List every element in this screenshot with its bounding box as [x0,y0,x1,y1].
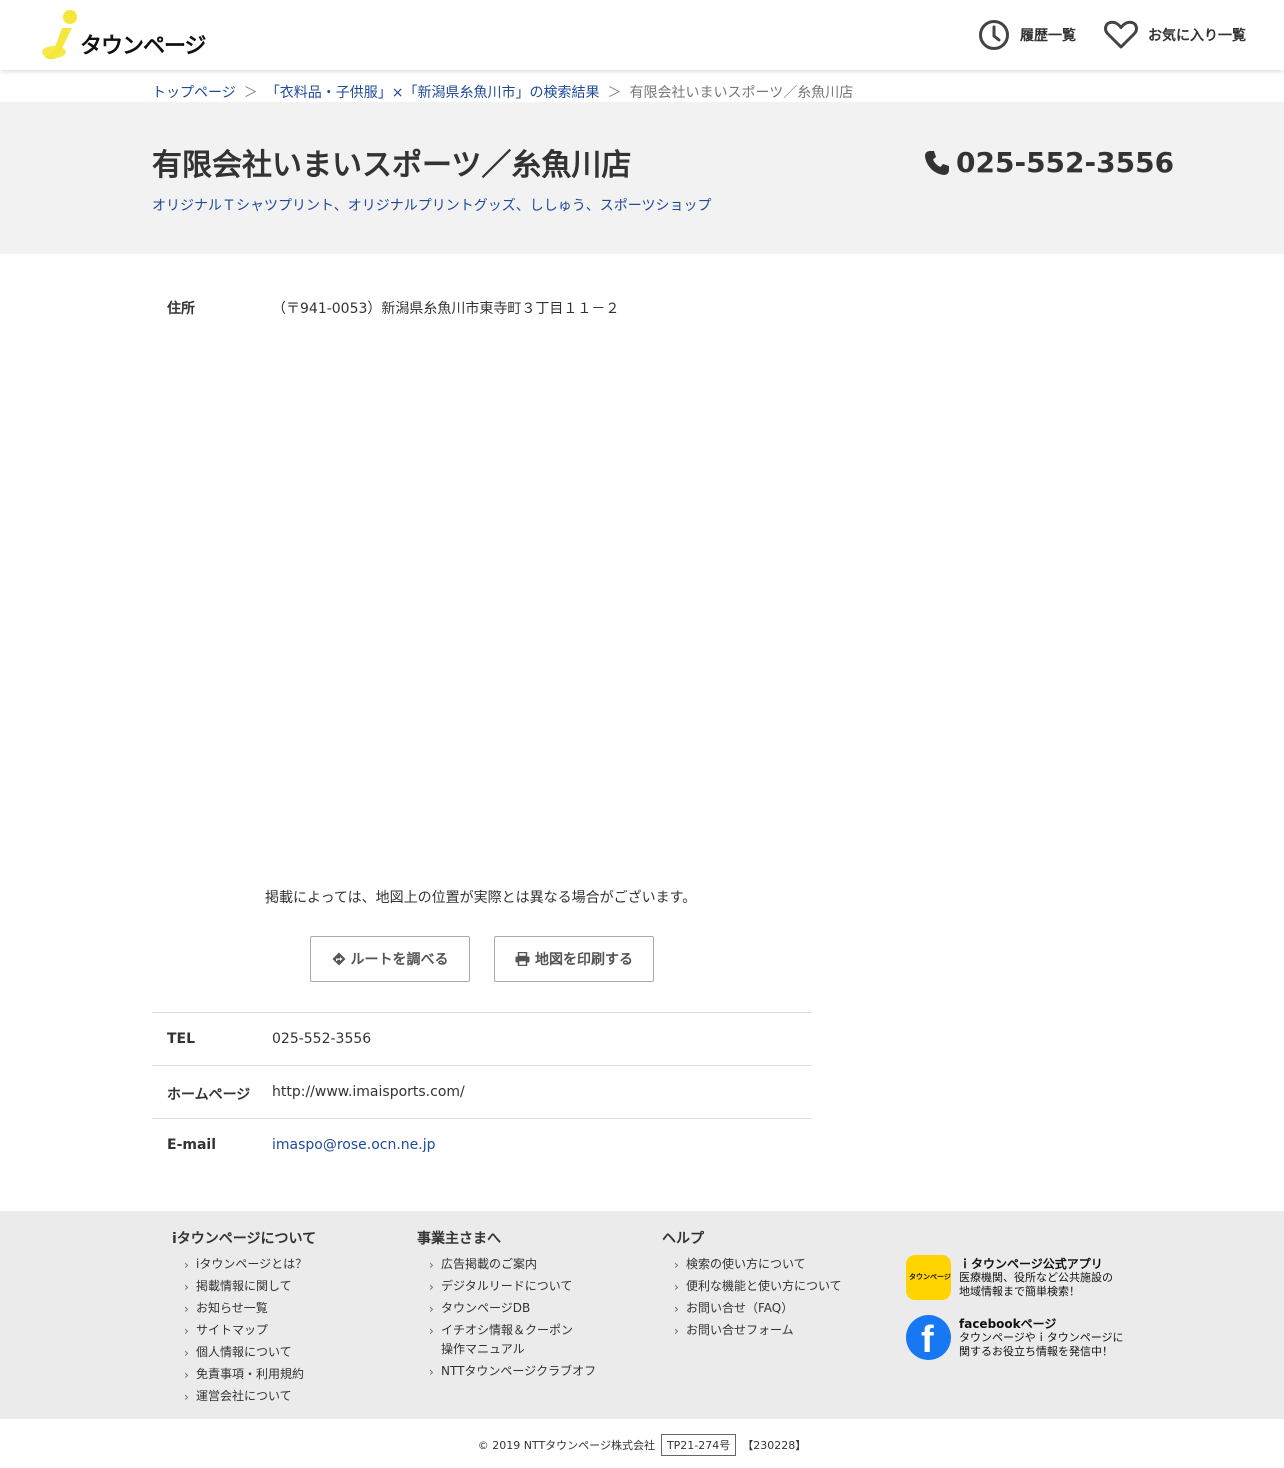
chevron-right-icon: › [184,1302,189,1316]
copyright-bar: © 2019 NTTタウンページ株式会社 TP21-274号 【230228】 [0,1434,1284,1456]
address-label: 住所 [167,301,195,317]
facebook-promo-line2: 関するお役立ち情報を発信中！ [959,1344,1113,1358]
shop-phone-number: 025-552-3556 [956,146,1175,179]
shop-title-band: 有限会社いまいスポーツ／糸魚川店 オリジナルＴシャツプリント、オリジナルプリント… [0,102,1284,254]
phone-icon [925,150,949,175]
chevron-right-icon: › [184,1280,189,1294]
email-label: E-mail [167,1137,217,1153]
footer-link-line2: 操作マニュアル [441,1342,525,1356]
footer-column-business: 事業主さまへ › 広告掲載のご案内 › デジタルリードについて › タウンページDB … [417,1228,596,1383]
footer-about-title: iタウンページについて [172,1231,317,1247]
printer-icon [515,952,530,966]
footer-help-title: ヘルプ [662,1231,704,1247]
clock-icon [979,20,1009,50]
footer-link[interactable]: › タウンページDB [429,1298,596,1320]
site-footer: iタウンページについて › iタウンページとは？ › 掲載情報に関して › お知らせ一… [0,1211,1284,1419]
route-button[interactable]: ルートを調べる [310,936,470,982]
facebook-icon: f [906,1315,951,1361]
facebook-promo-banner[interactable]: f facebookページ タウンページやｉタウンページに 関するお役立ち情報を… [906,1315,1124,1361]
homepage-value: http://www.imaisports.com/ [272,1084,465,1100]
app-promo-banner[interactable]: タウンページ ｉタウンページ公式アプリ 医療機関、役所など公共施設の 地域情報ま… [906,1255,1113,1300]
app-promo-line2: 地域情報まで簡単検索！ [959,1284,1080,1298]
favorites-label: お気に入り一覧 [1148,28,1246,44]
license-code: TP21-274号 [660,1434,737,1456]
footer-link[interactable]: › イチオシ情報＆クーポン 操作マニュアル [429,1320,596,1361]
shop-phone[interactable]: 025-552-3556 [924,146,1174,179]
email-link[interactable]: imaspo@rose.ocn.ne.jp [272,1137,436,1153]
breadcrumb-separator: ＞ [607,85,622,101]
chevron-right-icon: › [674,1258,679,1272]
footer-link[interactable]: › お問い合せフォーム [674,1320,842,1342]
app-promo-title: ｉタウンページ公式アプリ [959,1256,1103,1271]
divider [152,1118,812,1119]
logo-i-icon [42,10,77,60]
chevron-right-icon: › [429,1365,434,1379]
shop-name: 有限会社いまいスポーツ／糸魚川店 [152,148,632,183]
homepage-label: ホームページ [167,1087,251,1103]
history-label: 履歴一覧 [1020,28,1076,44]
chevron-right-icon: › [429,1324,434,1338]
route-button-label: ルートを調べる [350,952,449,968]
chevron-right-icon: › [674,1302,679,1316]
footer-column-about: iタウンページについて › iタウンページとは？ › 掲載情報に関して › お知らせ一… [172,1228,316,1408]
divider [152,1065,812,1066]
footer-link[interactable]: › iタウンページとは？ [184,1254,316,1276]
chevron-right-icon: › [184,1258,189,1272]
footer-business-title: 事業主さまへ [417,1231,501,1247]
footer-link[interactable]: › 免責事項・利用規約 [184,1364,316,1386]
footer-link[interactable]: › サイトマップ [184,1320,316,1342]
breadcrumb: トップページ ＞ 「衣料品・子供服」×「新潟県糸魚川市」の検索結果 ＞ 有限会社… [152,82,853,102]
chevron-right-icon: › [429,1280,434,1294]
divider [152,1012,812,1013]
breadcrumb-separator: ＞ [243,85,258,101]
breadcrumb-results[interactable]: 「衣料品・子供服」×「新潟県糸魚川市」の検索結果 [266,82,600,102]
site-header: タウンページ 履歴一覧 お気に入り一覧 [0,0,1284,70]
app-promo-line1: 医療機関、役所など公共施設の [959,1270,1113,1284]
footer-link[interactable]: › お問い合せ（FAQ） [674,1298,842,1320]
chevron-right-icon: › [674,1280,679,1294]
copyright-text: © 2019 NTTタウンページ株式会社 [477,1439,655,1452]
revision-date: 【230228】 [742,1439,807,1452]
footer-column-help: ヘルプ › 検索の使い方について › 便利な機能と使い方について › お問い合せ（FA… [662,1228,842,1342]
print-map-button[interactable]: 地図を印刷する [494,936,654,982]
chevron-right-icon: › [184,1346,189,1360]
footer-link-line1: イチオシ情報＆クーポン [441,1323,574,1337]
history-link[interactable]: 履歴一覧 [978,18,1076,52]
itownpage-logo[interactable]: タウンページ [40,8,212,62]
footer-link[interactable]: › デジタルリードについて [429,1276,596,1298]
footer-link[interactable]: › 個人情報について [184,1342,316,1364]
favorites-link[interactable]: お気に入り一覧 [1104,18,1246,52]
chevron-right-icon: › [184,1390,189,1404]
footer-link[interactable]: › 検索の使い方について [674,1254,842,1276]
route-diamond-icon [332,952,345,966]
breadcrumb-current: 有限会社いまいスポーツ／糸魚川店 [629,85,854,101]
facebook-promo-line1: タウンページやｉタウンページに [959,1330,1124,1344]
tel-value[interactable]: 025-552-3556 [272,1031,371,1047]
logo-wordmark: タウンページ [80,34,207,59]
footer-link[interactable]: › 掲載情報に関して [184,1276,316,1298]
print-button-label: 地図を印刷する [535,952,633,968]
chevron-right-icon: › [184,1368,189,1382]
chevron-right-icon: › [429,1302,434,1316]
facebook-promo-title: facebookページ [959,1316,1057,1331]
app-icon-text: タウンページ [909,1273,951,1281]
tel-label: TEL [167,1031,196,1047]
shop-categories[interactable]: オリジナルＴシャツプリント、オリジナルプリントグッズ、ししゅう、スポーツショップ [152,195,711,215]
footer-link[interactable]: › NTTタウンページクラブオフ [429,1361,596,1383]
app-icon: タウンページ [906,1255,951,1300]
chevron-right-icon: › [429,1258,434,1272]
map-area[interactable] [152,330,812,870]
chevron-right-icon: › [674,1324,679,1338]
map-note: 掲載によっては、地図上の位置が実際とは異なる場合がございます。 [265,890,697,906]
footer-link[interactable]: › 運営会社について [184,1386,316,1408]
footer-link[interactable]: › 便利な機能と使い方について [674,1276,842,1298]
footer-link[interactable]: › 広告掲載のご案内 [429,1254,596,1276]
address-value: （〒941-0053）新潟県糸魚川市東寺町３丁目１１－２ [272,301,620,317]
breadcrumb-home[interactable]: トップページ [152,82,236,102]
footer-link[interactable]: › お知らせ一覧 [184,1298,316,1320]
heart-icon [1104,20,1138,49]
chevron-right-icon: › [184,1324,189,1338]
